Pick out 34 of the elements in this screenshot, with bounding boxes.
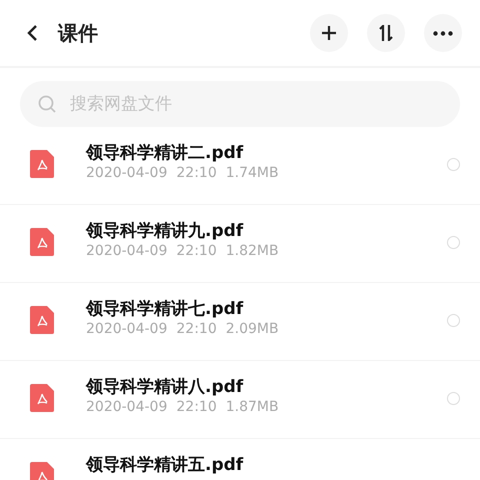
sort-icon [378, 25, 394, 41]
pdf-file-icon [30, 306, 54, 334]
file-date: 2020-04-09 [86, 321, 168, 337]
file-size: 2.09MB [226, 321, 279, 337]
file-time: 22:10 [176, 165, 217, 181]
file-name: 领导科学精讲七.pdf [86, 298, 244, 320]
file-name: 领导科学精讲八.pdf [86, 376, 244, 398]
more-button[interactable] [424, 14, 462, 52]
page-title: 课件 [58, 20, 99, 46]
file-date: 2020-04-09 [86, 399, 168, 415]
search-icon [38, 95, 56, 113]
select-radio[interactable] [447, 314, 460, 326]
file-size: 1.82MB [226, 243, 279, 259]
file-time: 22:10 [176, 243, 217, 259]
file-size: 1.74MB [226, 165, 279, 181]
file-name: 领导科学精讲九.pdf [86, 220, 244, 242]
select-radio[interactable] [447, 158, 460, 170]
plus-icon [322, 26, 336, 40]
file-name: 领导科学精讲五.pdf [86, 454, 244, 476]
file-time: 22:10 [176, 399, 217, 415]
pdf-file-icon [30, 384, 54, 412]
file-name: 领导科学精讲二.pdf [86, 142, 244, 164]
pdf-file-icon [30, 228, 54, 256]
file-time: 22:10 [176, 321, 217, 337]
sort-button[interactable] [367, 14, 405, 52]
file-size: 1.87MB [226, 399, 279, 415]
select-radio[interactable] [447, 236, 460, 248]
more-icon [433, 30, 453, 36]
back-icon [26, 24, 38, 42]
add-button[interactable] [310, 14, 348, 52]
pdf-file-icon [30, 150, 54, 178]
file-date: 2020-04-09 [86, 243, 168, 259]
file-date: 2020-04-09 [86, 165, 168, 181]
select-radio[interactable] [447, 392, 460, 404]
